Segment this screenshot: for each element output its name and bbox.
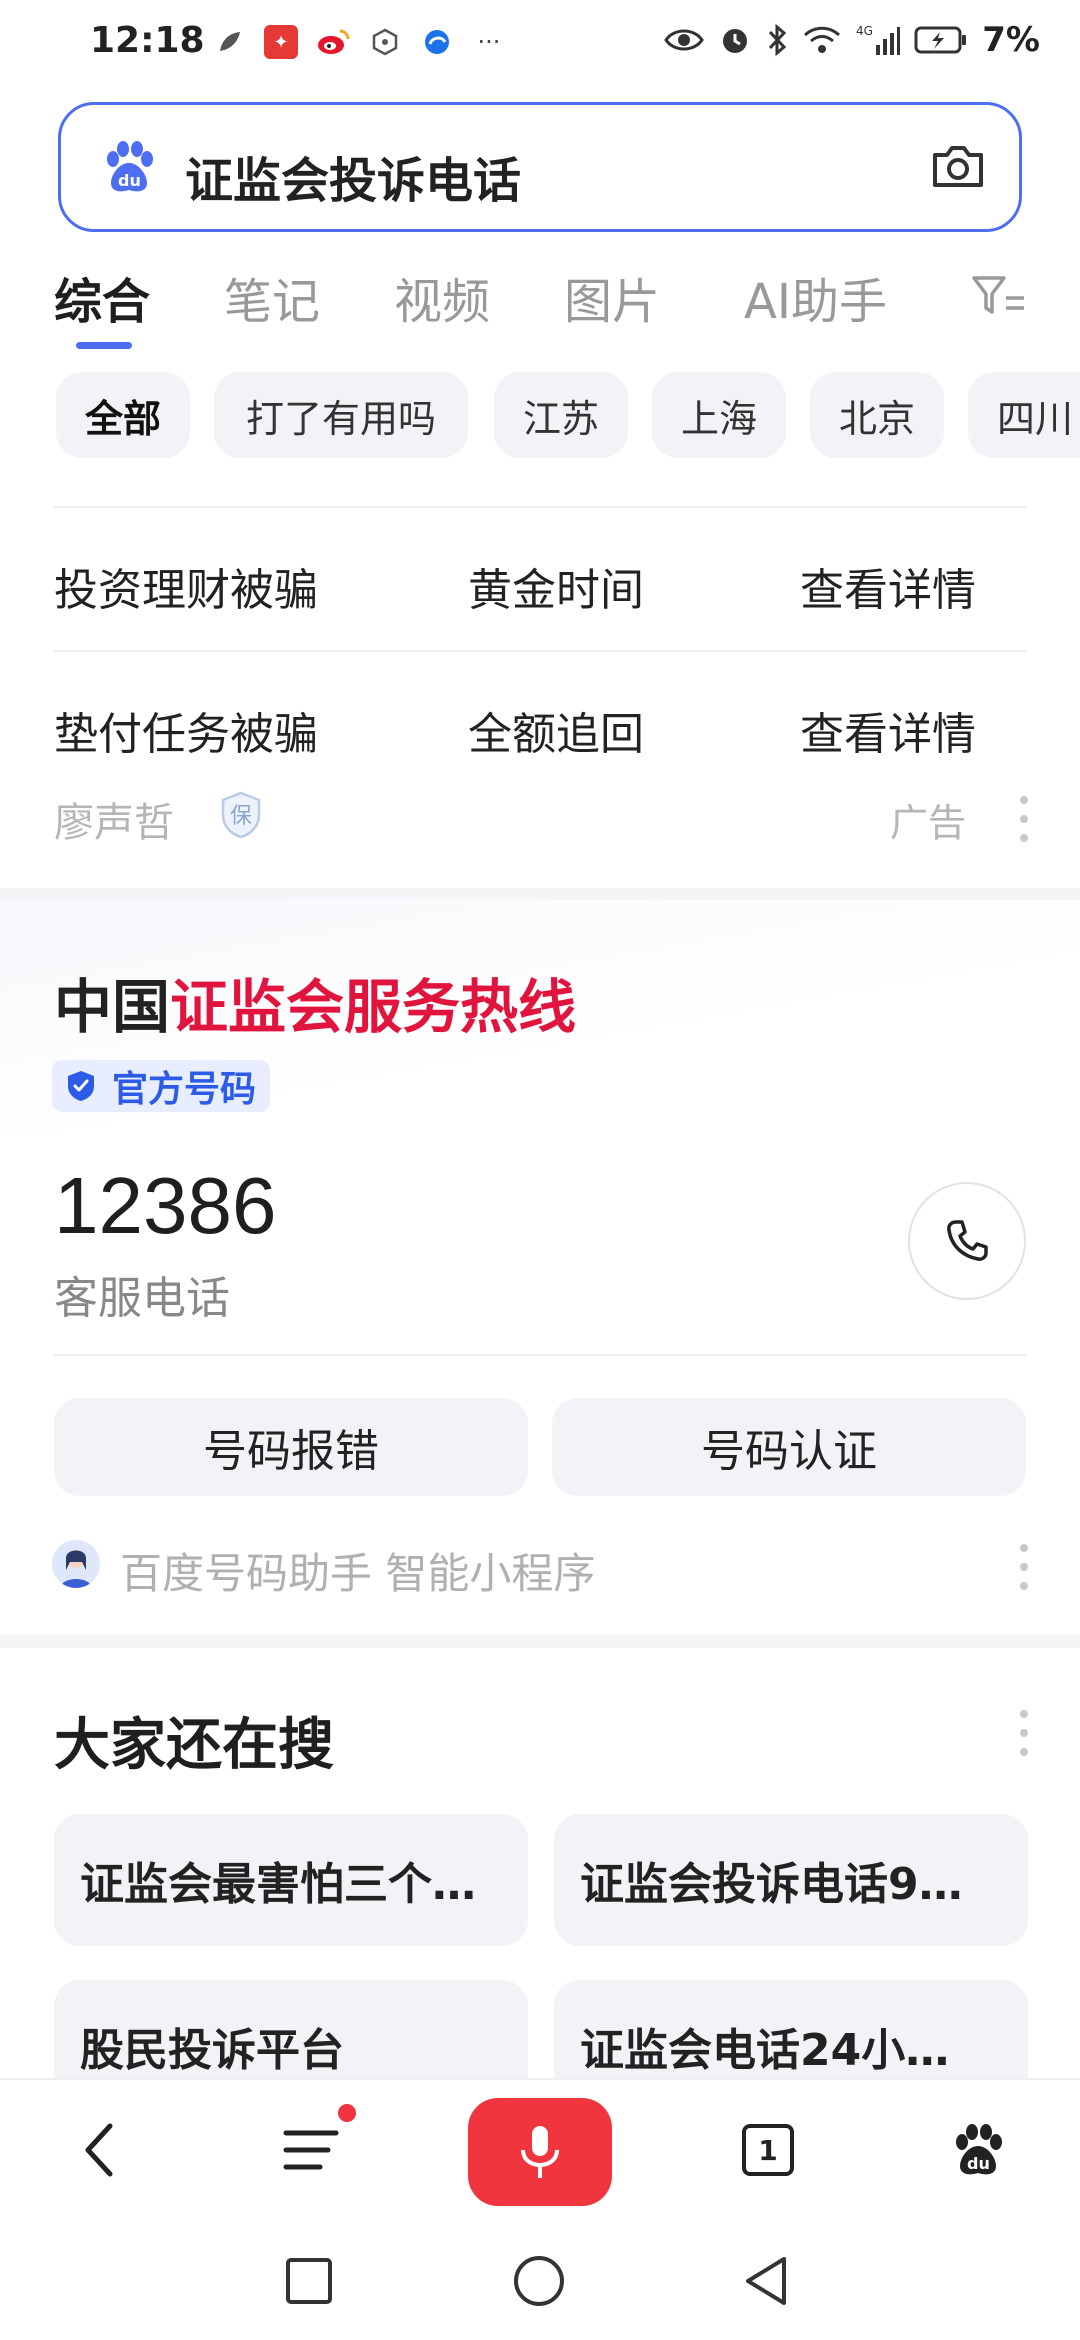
svg-text:du: du bbox=[967, 2154, 990, 2173]
status-bar: 12:18 ✦ ··· 4G 7% bbox=[0, 0, 1080, 88]
ad-row[interactable]: 投资理财被骗 黄金时间 查看详情 bbox=[54, 526, 1026, 626]
active-tab-indicator bbox=[76, 342, 132, 349]
menu-icon bbox=[283, 2130, 339, 2170]
system-status-icons: 4G 7% bbox=[664, 18, 1040, 62]
alarm-icon bbox=[723, 29, 748, 53]
divider bbox=[54, 506, 1026, 508]
more-notifications-icon: ··· bbox=[477, 28, 501, 56]
hotline-title[interactable]: 中国证监会服务热线 bbox=[54, 960, 576, 1044]
eye-icon bbox=[664, 29, 705, 51]
section-separator bbox=[0, 1634, 1080, 1648]
assistant-avatar bbox=[52, 1540, 100, 1588]
hotline-title-highlight: 证监会服务热线 bbox=[170, 973, 577, 1041]
chip-sichuan[interactable]: 四川 bbox=[968, 372, 1080, 458]
related-search-item[interactable]: 证监会投诉电话9… bbox=[554, 1814, 1028, 1946]
chip-all[interactable]: 全部 bbox=[56, 372, 190, 458]
more-options-icon[interactable] bbox=[1018, 796, 1030, 842]
system-navigation-bar bbox=[0, 2220, 1080, 2340]
ad-cell: 垫付任务被骗 bbox=[54, 709, 318, 760]
game-app-icon: ✦ bbox=[264, 25, 298, 59]
more-options-icon[interactable] bbox=[1018, 1544, 1030, 1590]
verified-shield-icon bbox=[68, 1071, 94, 1101]
ad-source: 廖声哲 bbox=[54, 800, 174, 846]
wifi-icon bbox=[804, 26, 841, 53]
official-number-badge: 官方号码 bbox=[52, 1060, 271, 1112]
camera-search-icon[interactable] bbox=[927, 135, 989, 197]
hotline-title-prefix: 中国 bbox=[54, 973, 171, 1041]
search-box[interactable]: du 证监会投诉电话 bbox=[58, 102, 1022, 232]
tab-ai-assistant[interactable]: AI助手 bbox=[744, 262, 887, 332]
ad-cell: 全额追回 bbox=[468, 709, 644, 760]
status-time: 12:18 bbox=[90, 20, 205, 61]
browser-app-icon bbox=[420, 25, 454, 59]
protection-shield-icon: 保 bbox=[221, 791, 261, 839]
baidu-home-button[interactable]: du bbox=[928, 2100, 1028, 2200]
shield-badge-text: 保 bbox=[230, 804, 252, 829]
number-assistant-link[interactable]: 百度号码助手 智能小程序 bbox=[120, 1540, 595, 1601]
phone-number[interactable]: 12386 bbox=[54, 1160, 276, 1252]
call-button[interactable] bbox=[908, 1182, 1026, 1300]
result-tabs: 综合 笔记 视频 图片 AI助手 bbox=[0, 262, 1080, 352]
divider bbox=[54, 650, 1026, 652]
ad-row[interactable]: 垫付任务被骗 全额追回 查看详情 bbox=[54, 670, 1026, 770]
svg-text:4G: 4G bbox=[856, 24, 873, 38]
back-triangle-icon[interactable] bbox=[742, 2254, 792, 2308]
baidu-paw-icon: du bbox=[956, 2124, 1002, 2175]
verify-number-button[interactable]: 号码认证 bbox=[552, 1398, 1026, 1496]
more-options-icon[interactable] bbox=[1018, 1710, 1030, 1756]
chip-shanghai[interactable]: 上海 bbox=[652, 372, 786, 458]
recent-apps-icon[interactable] bbox=[284, 2256, 334, 2306]
tab-count-badge: 1 bbox=[742, 2124, 794, 2176]
tabs-button[interactable]: 1 bbox=[718, 2100, 818, 2200]
divider bbox=[54, 1354, 1026, 1356]
tab-video[interactable]: 视频 bbox=[394, 262, 490, 332]
phone-icon bbox=[947, 1220, 988, 1261]
chevron-left-icon bbox=[85, 2123, 113, 2177]
tab-notes[interactable]: 笔记 bbox=[224, 262, 320, 332]
microphone-icon bbox=[521, 2126, 559, 2178]
weibo-icon bbox=[316, 25, 350, 59]
related-searches-title: 大家还在搜 bbox=[54, 1713, 334, 1778]
ad-details-link[interactable]: 查看详情 bbox=[800, 554, 976, 618]
chip-useful[interactable]: 打了有用吗 bbox=[214, 372, 468, 458]
filter-chips: 全部 打了有用吗 江苏 上海 北京 四川 bbox=[56, 372, 1080, 460]
back-button[interactable] bbox=[50, 2100, 150, 2200]
ad-cell: 投资理财被骗 bbox=[54, 565, 318, 616]
official-badge-label: 官方号码 bbox=[112, 1069, 257, 1110]
tab-images[interactable]: 图片 bbox=[564, 262, 660, 332]
report-number-error-button[interactable]: 号码报错 bbox=[54, 1398, 528, 1496]
cellular-signal-icon: 4G bbox=[856, 24, 901, 55]
chip-beijing[interactable]: 北京 bbox=[810, 372, 944, 458]
voice-search-button[interactable] bbox=[468, 2098, 612, 2206]
ad-label: 广告 bbox=[890, 801, 967, 845]
notification-icons: ✦ ··· bbox=[212, 20, 506, 64]
tab-all[interactable]: 综合 bbox=[54, 262, 150, 332]
related-search-item[interactable]: 证监会最害怕三个… bbox=[54, 1814, 528, 1946]
baidu-logo-icon: du bbox=[107, 141, 153, 192]
svg-text:du: du bbox=[118, 171, 141, 190]
bluetooth-icon bbox=[769, 23, 787, 57]
battery-icon bbox=[914, 26, 967, 54]
home-icon[interactable] bbox=[512, 2254, 566, 2308]
phone-number-label: 客服电话 bbox=[54, 1273, 230, 1324]
bottom-toolbar: 1 du bbox=[0, 2078, 1080, 2218]
hexagon-app-icon bbox=[368, 25, 402, 59]
filter-icon[interactable] bbox=[970, 272, 1026, 322]
ad-details-link[interactable]: 查看详情 bbox=[800, 698, 976, 762]
notification-dot bbox=[338, 2104, 356, 2122]
chip-jiangsu[interactable]: 江苏 bbox=[494, 372, 628, 458]
battery-percentage: 7% bbox=[982, 20, 1040, 60]
leaf-app-icon bbox=[212, 25, 246, 59]
search-input[interactable]: 证监会投诉电话 bbox=[185, 141, 521, 211]
ad-cell: 黄金时间 bbox=[468, 565, 644, 616]
